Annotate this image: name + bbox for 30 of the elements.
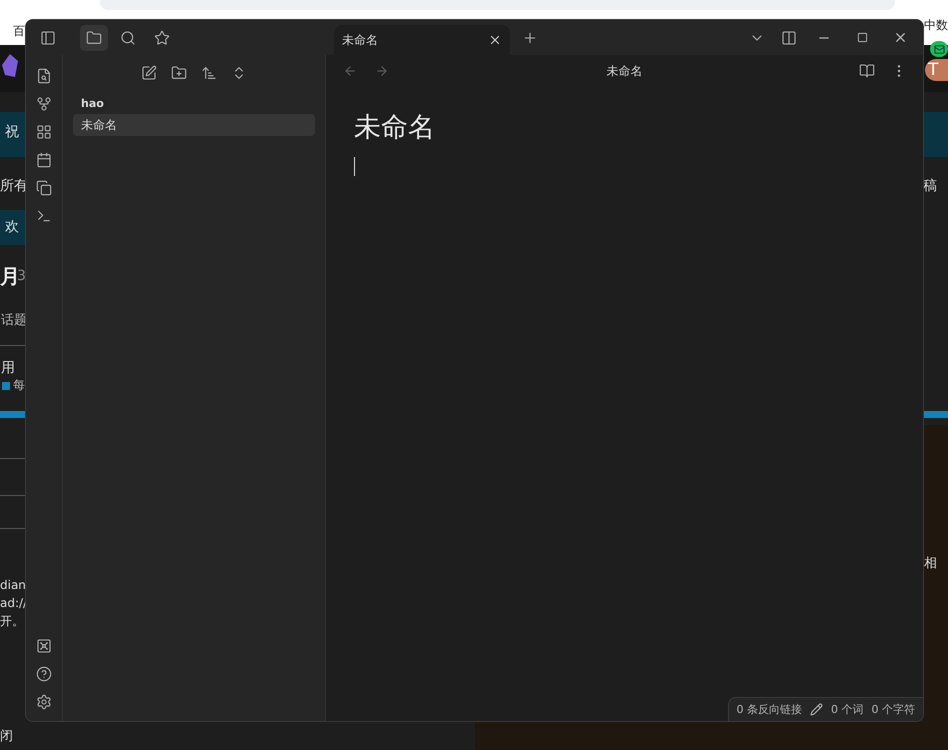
tab-title: 未命名 bbox=[342, 32, 378, 48]
page-text: 所有 bbox=[0, 178, 28, 195]
page-text: 中数 bbox=[924, 18, 948, 32]
page-text: 百 bbox=[13, 24, 25, 38]
folder-name[interactable]: hao bbox=[73, 91, 315, 114]
page-text: 相 bbox=[924, 556, 937, 572]
accent-bar bbox=[924, 411, 948, 418]
character-count: 0 个字符 bbox=[872, 702, 915, 717]
backlinks-count: 0 条反向链接 bbox=[736, 702, 802, 717]
page-text: dian bbox=[0, 578, 26, 592]
page-text: 话题 bbox=[1, 313, 27, 329]
category-icon bbox=[2, 382, 10, 390]
text-cursor bbox=[354, 157, 355, 176]
logo-icon bbox=[1, 53, 19, 79]
page-text: 祝 bbox=[5, 124, 19, 141]
word-count: 0 个词 bbox=[831, 702, 864, 717]
note-title: 未命名 bbox=[606, 62, 644, 80]
page-text: 稿 bbox=[923, 178, 937, 195]
page-text: 闭 bbox=[0, 729, 13, 745]
file-item[interactable]: 未命名 bbox=[73, 114, 315, 136]
document-tab[interactable]: 未命名 bbox=[334, 25, 510, 55]
folder-tab-icon[interactable] bbox=[80, 24, 108, 50]
pencil-icon[interactable] bbox=[810, 703, 823, 716]
page-text: 用 bbox=[1, 360, 15, 377]
page-text: 3 bbox=[17, 268, 26, 285]
page-text: 开。 bbox=[0, 614, 24, 628]
note-heading[interactable]: 未命名 bbox=[354, 109, 435, 145]
page-text: 欢 bbox=[5, 219, 19, 236]
page-text: 每 bbox=[13, 378, 25, 392]
close-tab-icon[interactable] bbox=[488, 33, 502, 47]
